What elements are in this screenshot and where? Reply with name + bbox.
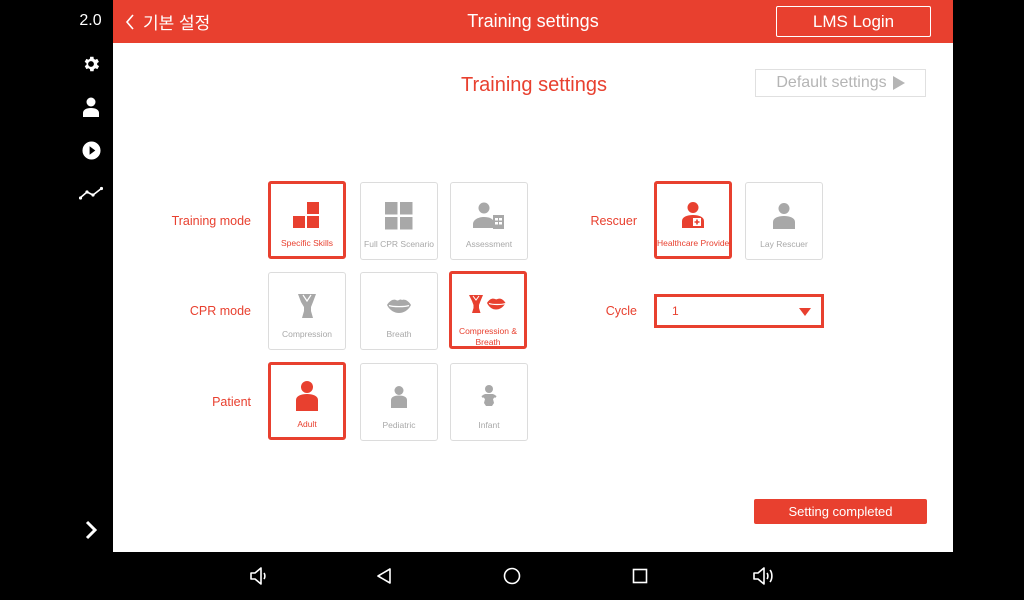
speaker-low-icon	[250, 567, 266, 585]
rail-stats-button[interactable]	[78, 180, 104, 206]
nav-back-button[interactable]	[372, 564, 396, 588]
nav-home-button[interactable]	[500, 564, 524, 588]
home-circle-icon	[503, 567, 521, 585]
adult-person-icon	[294, 381, 320, 411]
chevron-right-icon	[85, 520, 98, 540]
cpr-mode-label: CPR mode	[189, 304, 251, 318]
default-settings-button[interactable]: Default settings	[755, 69, 926, 97]
compression-breath-icon	[469, 290, 507, 318]
patient-label: Patient	[212, 395, 251, 409]
volume-down-button[interactable]	[248, 564, 272, 588]
cpr-mode-compression[interactable]: Compression	[268, 272, 346, 350]
nav-recents-button[interactable]	[628, 564, 652, 588]
cycle-select[interactable]: 1	[654, 294, 824, 328]
training-mode-label: Training mode	[171, 214, 251, 228]
left-rail: 2.0	[0, 0, 113, 552]
default-settings-label: Default settings	[776, 74, 887, 91]
rail-user-button[interactable]	[78, 94, 104, 120]
rescuer-healthcare-provider[interactable]: Healthcare Provider	[654, 181, 732, 259]
rescuer-lay-rescuer[interactable]: Lay Rescuer	[745, 182, 823, 260]
compression-hands-icon	[297, 291, 317, 321]
recents-square-icon	[632, 568, 648, 584]
cycle-label: Cycle	[605, 304, 637, 318]
person-icon	[773, 201, 795, 231]
cpr-mode-breath[interactable]: Breath	[360, 272, 438, 350]
back-button-label: 기본 설정	[143, 14, 211, 33]
lips-icon	[386, 291, 412, 321]
play-circle-icon	[81, 140, 101, 160]
training-mode-assessment[interactable]: Assessment	[450, 182, 528, 260]
rail-settings-button[interactable]	[78, 51, 104, 77]
rail-expand-button[interactable]	[78, 517, 104, 543]
training-mode-full-cpr-scenario[interactable]: Full CPR Scenario	[360, 182, 438, 260]
training-mode-specific-skills[interactable]: Specific Skills	[268, 181, 346, 259]
assessment-icon	[473, 201, 505, 231]
chevron-left-icon	[125, 13, 134, 30]
patient-adult[interactable]: Adult	[268, 362, 346, 440]
child-person-icon	[390, 382, 408, 412]
cpr-mode-compression-breath[interactable]: Compression & Breath	[449, 271, 527, 349]
cycle-value: 1	[672, 304, 679, 318]
settings-panel: Training settings Default settings Train…	[113, 43, 953, 552]
back-button[interactable]: 기본 설정	[125, 0, 210, 43]
infant-icon	[480, 382, 498, 412]
volume-up-button[interactable]	[752, 564, 776, 588]
dropdown-arrow-icon	[799, 308, 811, 316]
top-bar: Training settings 기본 설정 LMS Login	[113, 0, 953, 43]
patient-infant[interactable]: Infant	[450, 363, 528, 441]
screen: 2.0 Training settings 기본 설정 LMS Login Tr…	[0, 0, 1024, 600]
system-nav-bar	[0, 552, 1024, 600]
person-icon	[83, 97, 99, 117]
play-icon	[892, 76, 905, 90]
rescuer-label: Rescuer	[590, 214, 637, 228]
back-triangle-icon	[377, 568, 391, 584]
medical-person-icon	[682, 200, 704, 230]
line-chart-icon	[79, 186, 103, 200]
lms-login-button[interactable]: LMS Login	[776, 6, 931, 37]
grid-icon	[385, 201, 413, 231]
speaker-high-icon	[753, 567, 773, 585]
gear-icon	[84, 56, 100, 72]
rail-play-button[interactable]	[78, 137, 104, 163]
version-label: 2.0	[79, 12, 102, 29]
patient-pediatric[interactable]: Pediatric	[360, 363, 438, 441]
skills-blocks-icon	[293, 200, 321, 230]
setting-completed-button[interactable]: Setting completed	[754, 499, 927, 524]
